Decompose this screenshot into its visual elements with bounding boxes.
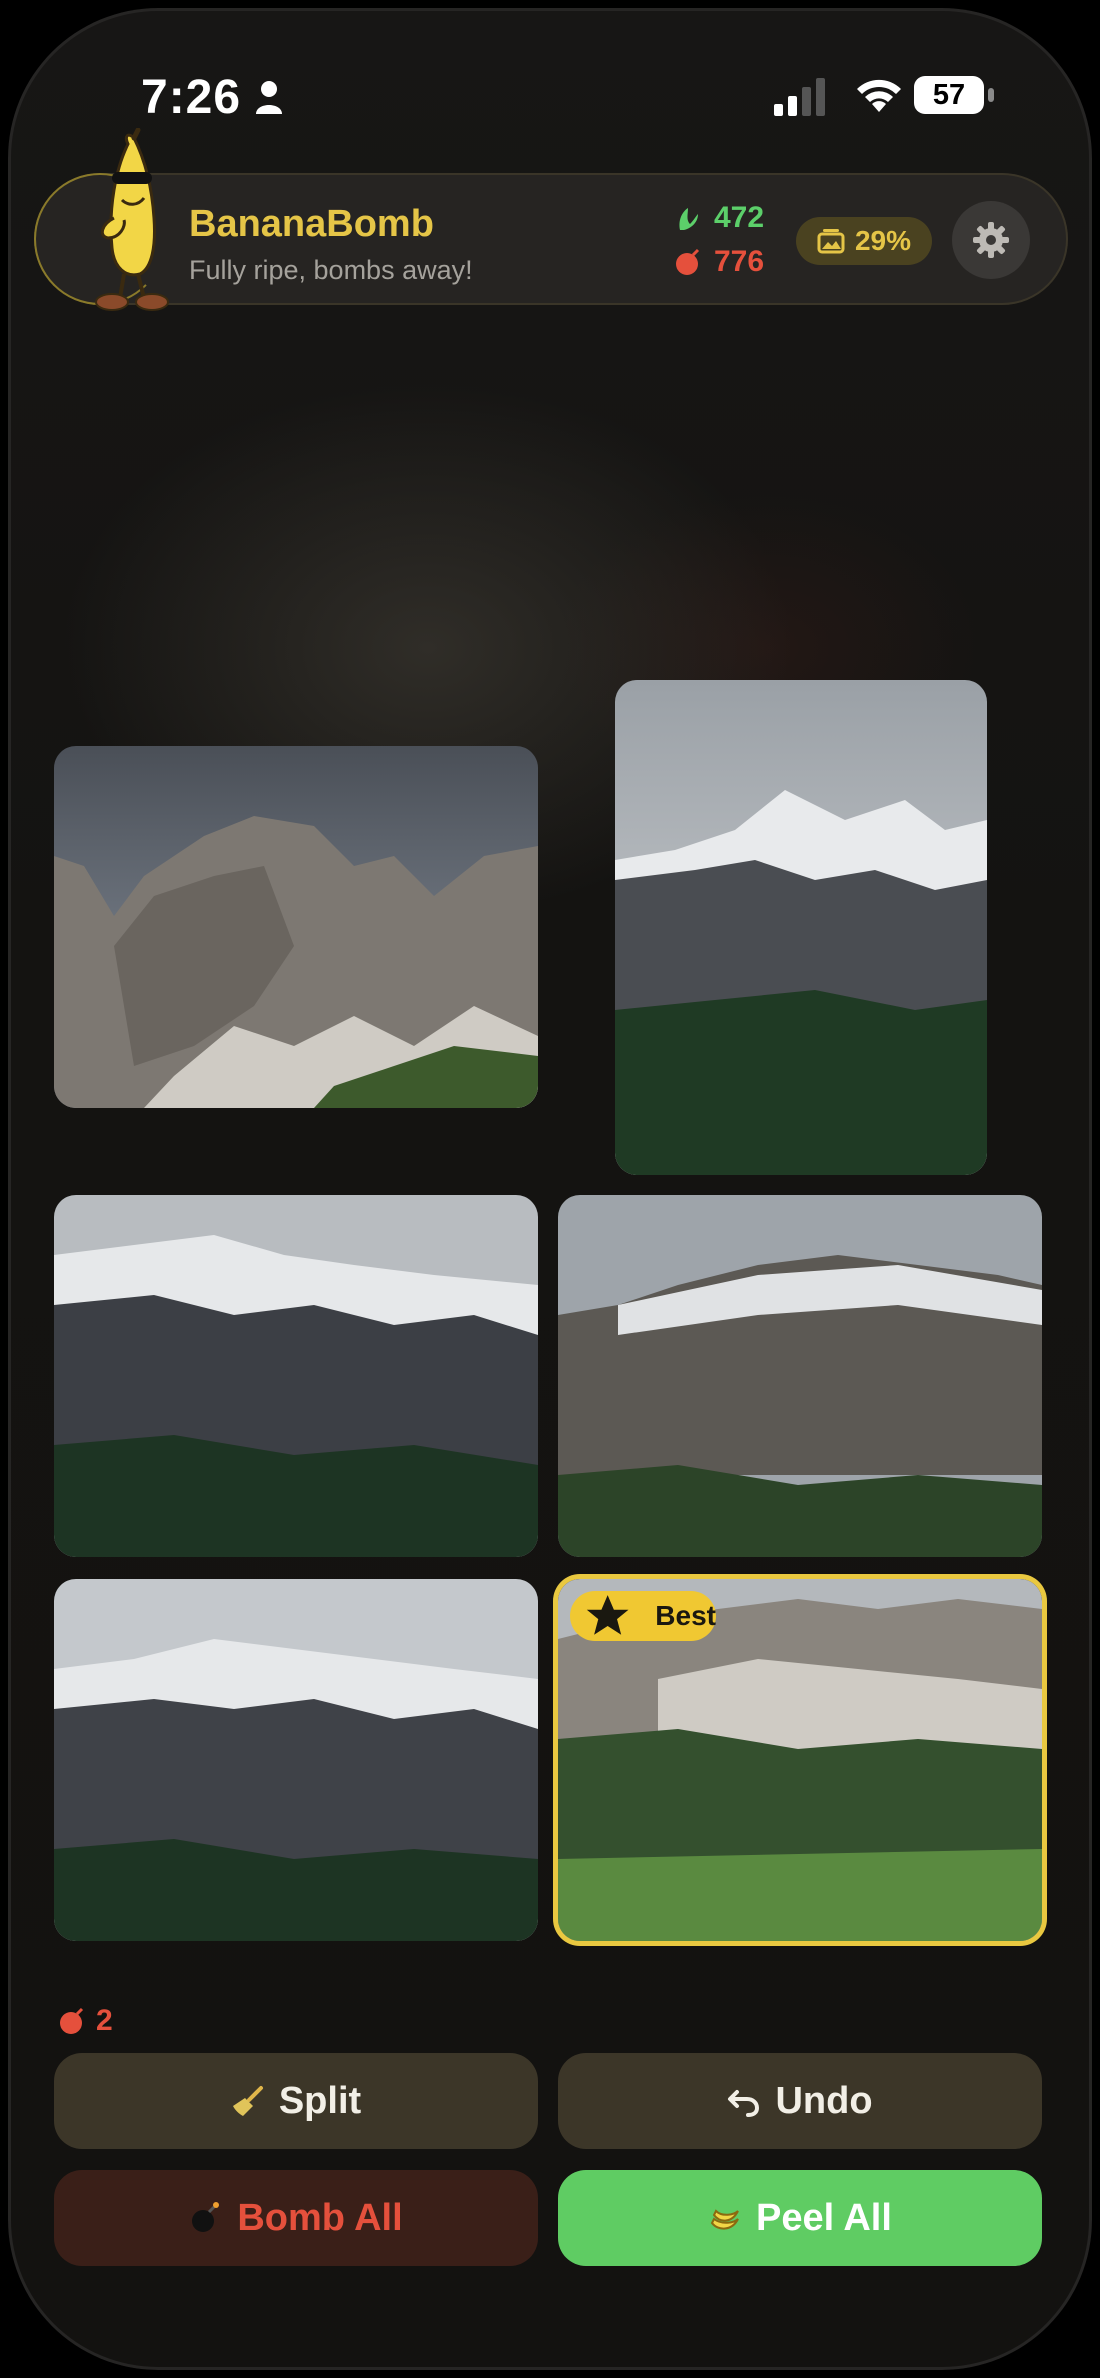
battery-level: 57 xyxy=(914,76,984,114)
mountain-photo xyxy=(615,680,987,1175)
undo-label: Undo xyxy=(775,2079,873,2122)
split-label: Split xyxy=(278,2079,362,2122)
banana-icon xyxy=(710,2209,739,2230)
photo-card-2[interactable] xyxy=(615,680,987,1175)
wifi-icon xyxy=(857,79,901,112)
status-time: 7:26 xyxy=(141,71,242,124)
progress-badge: 29% xyxy=(796,217,932,265)
bomb-all-label: Bomb All xyxy=(237,2196,403,2239)
undo-button[interactable]: Undo xyxy=(558,2053,1042,2149)
best-badge-label: Best xyxy=(655,1600,716,1631)
star-icon xyxy=(586,1595,629,1635)
battery-indicator: 57 xyxy=(914,76,996,114)
peel-all-button[interactable]: Peel All xyxy=(558,2170,1042,2266)
bomb-count: 776 xyxy=(714,245,765,278)
undo-arrow-icon xyxy=(728,2090,760,2117)
pending-bomb-count: 2 xyxy=(58,2004,113,2038)
pending-bomb-value: 2 xyxy=(96,2004,113,2037)
photo-stack-icon xyxy=(817,229,845,254)
broom-icon xyxy=(232,2086,263,2116)
settings-button[interactable] xyxy=(952,201,1030,279)
mountain-photo xyxy=(54,746,538,1108)
cellular-signal-icon xyxy=(774,78,825,116)
banana-mascot-logo xyxy=(95,128,169,311)
bomb-all-button[interactable]: Bomb All xyxy=(54,2170,538,2266)
peel-stat: 472 xyxy=(674,201,764,235)
bomb-icon xyxy=(676,248,700,275)
progress-percent: 29% xyxy=(854,225,912,256)
mountain-photo xyxy=(54,1579,538,1941)
bomb-icon xyxy=(192,2202,220,2232)
mountain-photo xyxy=(54,1195,538,1557)
app-subtitle: Fully ripe, bombs away! xyxy=(189,255,473,285)
photo-card-3[interactable] xyxy=(54,1195,538,1557)
peel-all-label: Peel All xyxy=(756,2196,892,2239)
best-badge: Best xyxy=(570,1591,716,1641)
photo-card-6[interactable]: Best xyxy=(558,1579,1042,1941)
bomb-stat: 776 xyxy=(674,245,764,279)
photo-card-4[interactable] xyxy=(558,1195,1042,1557)
app-header: BananaBomb Fully ripe, bombs away! 472 7… xyxy=(34,128,1068,311)
person-icon xyxy=(256,81,282,114)
battery-tip xyxy=(988,88,994,102)
photo-card-1[interactable] xyxy=(54,746,538,1108)
peel-count: 472 xyxy=(714,201,765,234)
split-button[interactable]: Split xyxy=(54,2053,538,2149)
mountain-photo xyxy=(558,1195,1042,1557)
bomb-icon xyxy=(60,2007,84,2034)
banana-peel-icon xyxy=(679,208,698,230)
app-screen: 7:26 57 BananaBomb Fully ripe, bombs awa… xyxy=(8,8,1092,2370)
app-title: BananaBomb xyxy=(189,203,434,245)
photo-card-5[interactable] xyxy=(54,1579,538,1941)
gear-icon xyxy=(973,222,1009,258)
